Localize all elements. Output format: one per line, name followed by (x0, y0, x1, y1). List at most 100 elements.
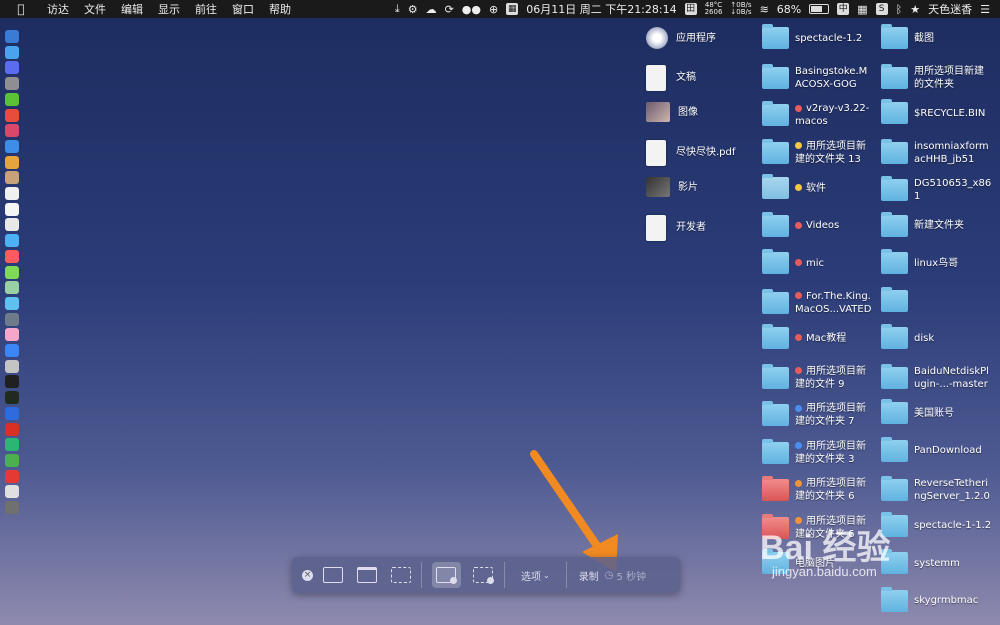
sync-icon[interactable]: ⟳ (445, 3, 454, 16)
desktop-item-label: 应用程序 (676, 32, 716, 45)
dock-app-icon[interactable] (5, 202, 19, 216)
dock-app-icon[interactable] (5, 171, 19, 185)
wifi-icon[interactable]: ≋ (760, 3, 769, 16)
desktop-item[interactable]: Basingstoke.M ACOSX-GOG (762, 63, 867, 91)
dock-app-icon[interactable] (5, 406, 19, 420)
dock-app-icon[interactable] (5, 312, 19, 326)
input-method-icon[interactable]: 中 (837, 3, 850, 15)
dock-app-icon[interactable] (5, 469, 19, 483)
close-button[interactable]: × (302, 564, 313, 586)
menu-help[interactable]: 帮助 (269, 1, 291, 17)
username[interactable]: 天色迷香 (928, 1, 972, 17)
dock-app-icon[interactable] (5, 45, 19, 59)
options-button[interactable]: 选项 ⌄ (521, 564, 550, 586)
gear-icon[interactable]: ⚙ (408, 3, 418, 16)
dock-app-icon[interactable] (5, 61, 19, 75)
desktop-item[interactable]: DG510653_x86 1 (881, 176, 991, 203)
desktop-item[interactable]: 尽快尽快.pdf (646, 139, 735, 166)
desktop-item[interactable]: 美国账号 (881, 399, 954, 424)
dock-app-icon[interactable] (5, 328, 19, 342)
desktop-item[interactable]: v2ray-v3.22- macos (762, 101, 869, 128)
apple-menu-icon[interactable]:  (10, 2, 32, 16)
dock-app-icon[interactable] (5, 77, 19, 91)
dock-app-icon[interactable] (5, 139, 19, 153)
battery-percent[interactable]: 68% (777, 3, 801, 16)
globe-icon[interactable]: ⊕ (489, 3, 498, 16)
desktop-item[interactable]: $RECYCLE.BIN (881, 99, 985, 124)
dock-app-icon[interactable] (5, 375, 19, 389)
dock-app-icon[interactable] (5, 218, 19, 232)
dock-app-icon[interactable] (5, 124, 19, 138)
dock-app-icon[interactable] (5, 422, 19, 436)
dock-app-icon[interactable] (5, 391, 19, 405)
desktop-item[interactable]: 影片 (646, 177, 698, 197)
temp-readout[interactable]: 48°C 2606 (705, 2, 723, 16)
dock-app-icon[interactable] (5, 438, 19, 452)
ghost-icon[interactable]: ☁ (426, 3, 437, 16)
dock-app-icon[interactable] (5, 30, 19, 43)
desktop-item[interactable]: 用所选项目新 建的文件夹 13 (762, 138, 866, 166)
capture-selection-button[interactable] (391, 564, 411, 586)
menu-finder[interactable]: 访达 (47, 1, 69, 17)
record-screen-button[interactable] (432, 562, 461, 588)
desktop-item[interactable]: Mac教程 (762, 324, 846, 349)
dock-app-icon[interactable] (5, 108, 19, 122)
list-icon[interactable]: ☰ (980, 3, 990, 16)
menu-file[interactable]: 文件 (84, 1, 106, 17)
menu-go[interactable]: 前往 (195, 1, 217, 17)
desktop-item[interactable]: 文稿 (646, 64, 696, 91)
dock-app-icon[interactable] (5, 296, 19, 310)
dock-app-icon[interactable] (5, 249, 19, 263)
dock-app-icon[interactable] (5, 234, 19, 248)
s-app-icon[interactable]: S (875, 3, 888, 15)
desktop-item[interactable]: 新建文件夹 (881, 211, 964, 237)
desktop-item[interactable]: 应用程序 (646, 27, 716, 49)
dock-app-icon[interactable] (5, 281, 19, 295)
desktop-item[interactable]: For.The.King. MacOS...VATED (762, 288, 871, 316)
dock-app-icon[interactable] (5, 265, 19, 279)
menu-edit[interactable]: 编辑 (121, 1, 143, 17)
desktop-item[interactable]: linux鸟哥 (881, 249, 958, 274)
desktop-item[interactable]: mic (762, 249, 824, 274)
desktop-item[interactable]: spectacle-1.2 (762, 24, 862, 49)
desktop-item[interactable]: 用所选项目新 建的文件夹 6 (762, 476, 866, 503)
desktop-item[interactable]: ReverseTetheri ngServer_1.2.0 (881, 476, 990, 503)
network-readout[interactable]: ↑0B/s ↓0B/s (730, 2, 751, 16)
grid-icon[interactable]: ▦ (857, 3, 867, 16)
desktop-item[interactable]: 用所选项目新建 的文件夹 (881, 63, 984, 91)
desktop-item[interactable]: 软件 (762, 174, 826, 199)
desktop-item[interactable]: 截图 (881, 24, 934, 49)
desktop-item[interactable]: 用所选项目新 建的文件夹 7 (762, 401, 866, 428)
desktop-item[interactable] (881, 286, 914, 312)
desktop-item[interactable]: insomniaxform acHHB_jb51 (881, 138, 989, 166)
calendar-icon[interactable]: ▦ (506, 3, 519, 15)
desktop-item[interactable]: disk (881, 324, 934, 349)
app-status-icon[interactable]: 田 (684, 3, 697, 15)
menu-view[interactable]: 显示 (158, 1, 180, 17)
star-icon[interactable]: ★ (910, 3, 920, 16)
datetime[interactable]: 06月11日 周二 下午21:28:14 (526, 1, 676, 17)
dock-app-icon[interactable] (5, 453, 19, 467)
dock-app-icon[interactable] (5, 344, 19, 357)
desktop-item[interactable]: 开发者 (646, 214, 706, 241)
dock-app-icon[interactable] (5, 155, 19, 169)
dock-app-icon[interactable] (5, 359, 19, 373)
desktop-item[interactable]: 用所选项目新 建的文件 9 (762, 363, 866, 391)
capture-window-button[interactable] (357, 564, 377, 586)
desktop-item[interactable]: PanDownload (881, 436, 982, 462)
menu-window[interactable]: 窗口 (232, 1, 254, 17)
desktop-item[interactable]: Videos (762, 211, 839, 237)
dots-icon[interactable]: ●● (462, 3, 481, 16)
download-icon[interactable]: ⤓ (395, 2, 400, 16)
record-button[interactable]: 录制 (579, 564, 599, 586)
desktop-item[interactable]: 图像 (646, 102, 698, 122)
dock-app-icon[interactable] (5, 501, 19, 514)
dock-app-icon[interactable] (5, 485, 19, 499)
bluetooth-icon[interactable]: ᛒ (896, 3, 903, 16)
record-selection-button[interactable] (473, 564, 494, 586)
dock-app-icon[interactable] (5, 187, 19, 200)
desktop-item[interactable]: 用所选项目新 建的文件夹 3 (762, 438, 866, 466)
capture-entire-screen-button[interactable] (323, 564, 343, 586)
dock-app-icon[interactable] (5, 92, 19, 106)
desktop-item[interactable]: BaiduNetdiskPl ugin-...-master (881, 363, 989, 391)
